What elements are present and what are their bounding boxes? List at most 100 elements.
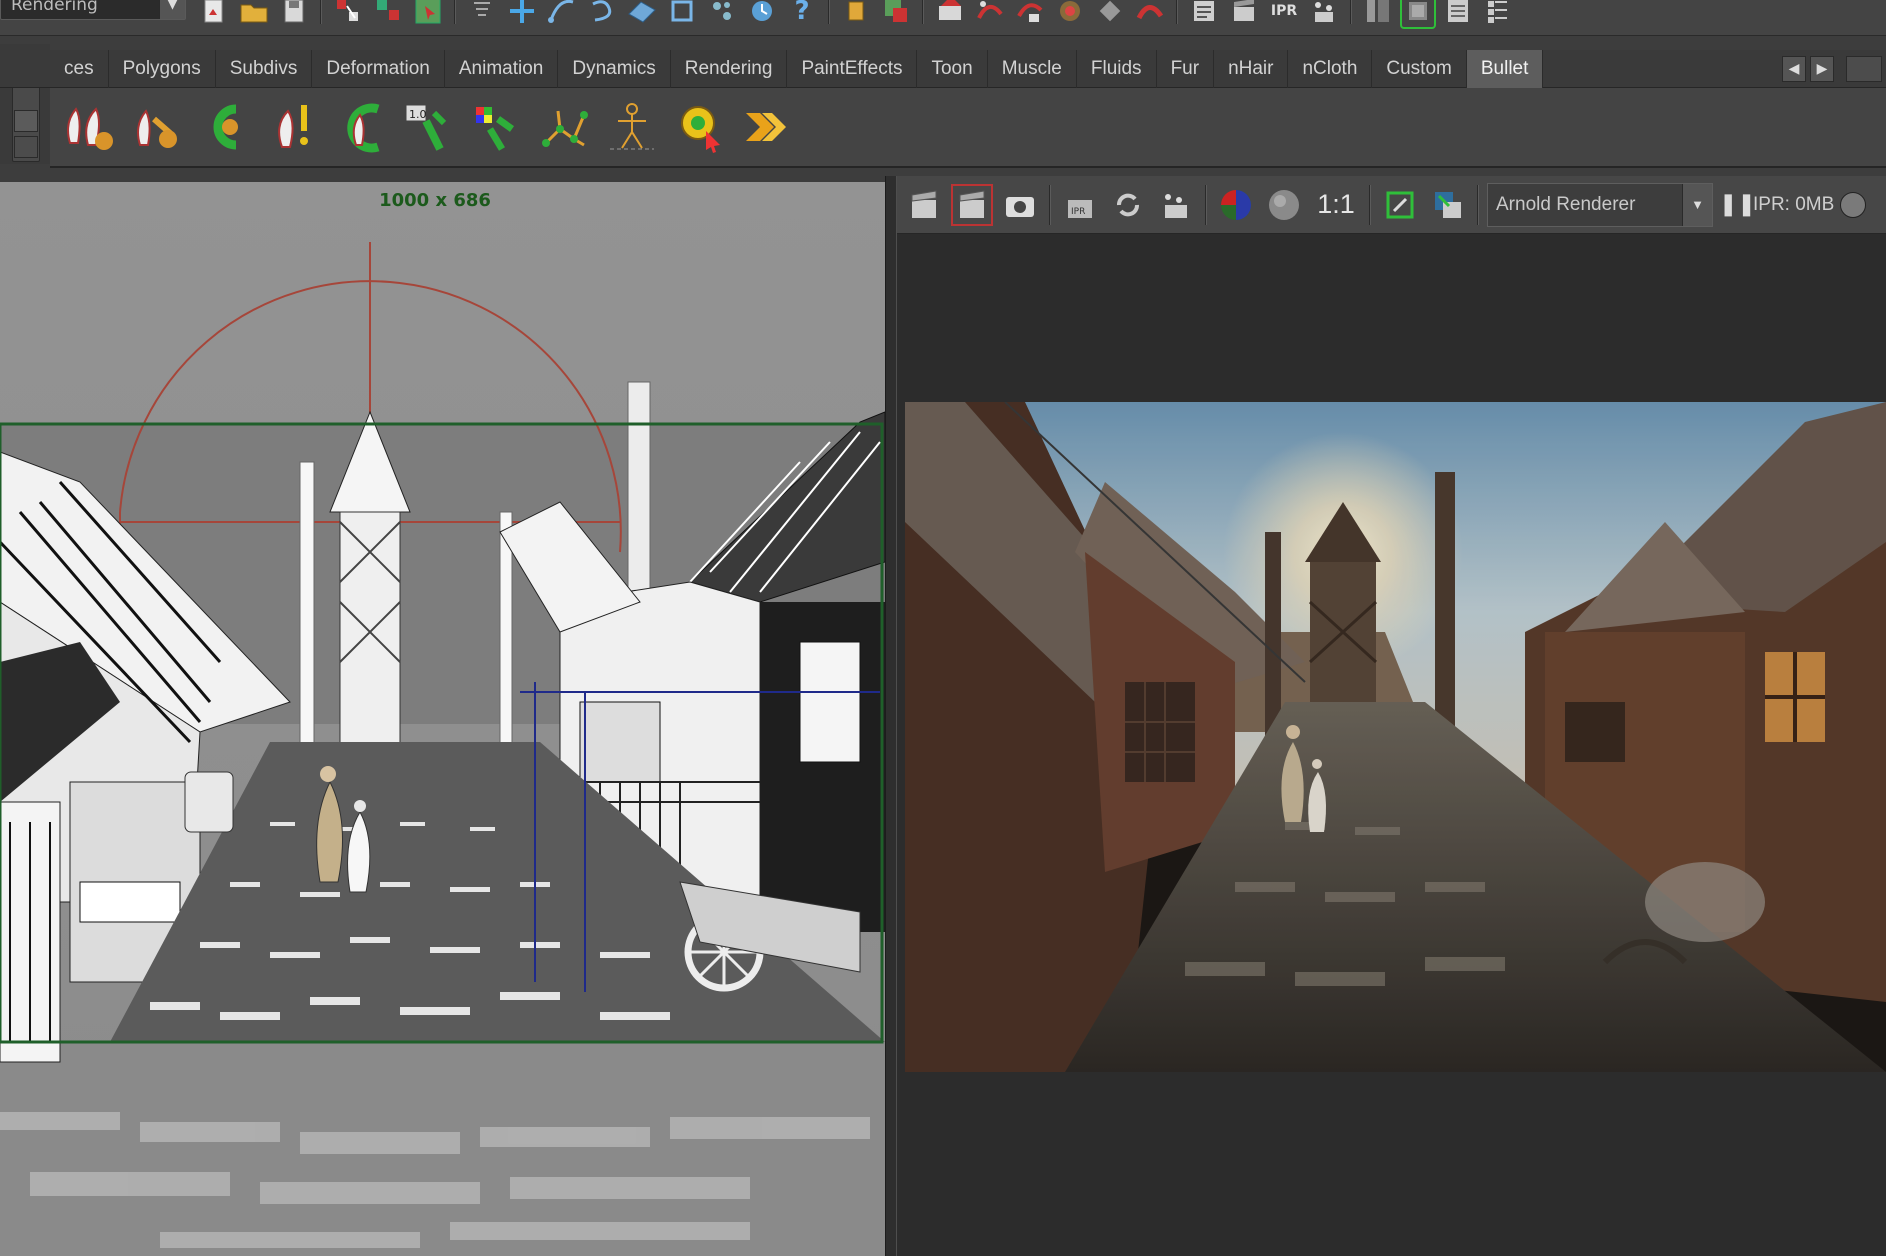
toolbar-divider [828, 0, 830, 24]
maya-main-window: Rendering ▼ ? IPR ces Polygons Subdivs D… [0, 0, 1886, 1256]
snap-point-icon[interactable] [584, 0, 620, 29]
sidebar-toggle-icon[interactable] [1480, 0, 1516, 29]
tab-dynamics[interactable]: Dynamics [558, 50, 671, 88]
toolbar-divider [1369, 184, 1371, 225]
rigid-body-icon[interactable] [60, 96, 116, 158]
select-component-icon[interactable] [410, 0, 446, 29]
input-ops-icon[interactable] [838, 0, 874, 29]
shelf-tab-menu-icon[interactable] [1846, 56, 1882, 82]
help-icon[interactable]: ? [784, 0, 820, 29]
make-live-icon[interactable] [704, 0, 740, 29]
tab-scroll-right-icon[interactable]: ▶ [1810, 56, 1834, 82]
alpha-channel-icon[interactable] [1263, 184, 1305, 226]
tab-ncloth[interactable]: nCloth [1288, 50, 1373, 88]
ipr-status-indicator [1840, 191, 1867, 218]
render-sequence-icon[interactable] [1306, 0, 1342, 29]
filter-icon[interactable] [464, 0, 500, 29]
shelf-options-icon[interactable] [14, 136, 38, 158]
tab-fluids[interactable]: Fluids [1077, 50, 1157, 88]
simulate-icon[interactable] [672, 96, 728, 158]
chevron-down-icon: ▼ [1682, 183, 1712, 226]
open-scene-icon[interactable] [236, 0, 272, 29]
render-current-icon[interactable] [972, 0, 1008, 29]
ipr-render-icon[interactable]: IPR [1059, 184, 1101, 226]
menu-set-value: Rendering [11, 0, 98, 15]
renderer-value: Arnold Renderer [1496, 193, 1636, 215]
render-view-icon[interactable] [1132, 0, 1168, 29]
tab-polygons[interactable]: Polygons [109, 50, 216, 88]
soft-body-icon[interactable] [196, 96, 252, 158]
select-hierarchy-icon[interactable] [330, 0, 366, 29]
shelf-menu-icon[interactable] [14, 110, 38, 132]
tab-animation[interactable]: Animation [445, 50, 559, 88]
tab-subdivs[interactable]: Subdivs [216, 50, 313, 88]
display-correction-icon[interactable] [1379, 184, 1421, 226]
snap-view-icon[interactable] [664, 0, 700, 29]
play-sim-icon[interactable] [740, 96, 796, 158]
save-scene-icon[interactable] [276, 0, 312, 29]
menu-set-dropdown[interactable]: Rendering ▼ [0, 0, 186, 20]
render-sequence-icon[interactable] [1155, 184, 1197, 226]
renderer-dropdown[interactable]: Arnold Renderer ▼ [1487, 182, 1713, 227]
toggle-channel-box-icon[interactable] [1400, 0, 1436, 29]
attribute-editor-icon[interactable] [1186, 0, 1222, 29]
redo-previous-render-icon[interactable] [903, 184, 945, 226]
ipr-icon[interactable]: IPR [1266, 0, 1302, 29]
clapboard-icon[interactable] [1226, 0, 1262, 29]
cloth-icon[interactable] [468, 96, 524, 158]
skeleton-icon[interactable] [604, 96, 660, 158]
persp-viewport[interactable]: 1000 x 686 [0, 182, 885, 1256]
toolbar-divider [1477, 184, 1479, 225]
tab-muscle[interactable]: Muscle [988, 50, 1077, 88]
status-line-tools: ? IPR [196, 0, 1516, 30]
ipr-render-icon[interactable] [1012, 0, 1048, 29]
snap-grid-icon[interactable] [504, 0, 540, 29]
render-view-panel: IPR 1:1 Arnold Renderer ▼ ❚❚ IPR: 0MB [897, 176, 1886, 1256]
render-settings-icon[interactable] [1052, 0, 1088, 29]
resolution-gate-label: 1000 x 686 [379, 190, 491, 211]
tab-painteffects[interactable]: PaintEffects [787, 50, 918, 88]
constraint-icon[interactable]: 1.0 [400, 96, 456, 158]
toggle-modeling-toolkit-icon[interactable] [1360, 0, 1396, 29]
toolbar-divider [1176, 0, 1178, 24]
select-object-icon[interactable] [370, 0, 406, 29]
tab-ces[interactable]: ces [50, 50, 109, 88]
rigid-set-icon[interactable] [128, 96, 184, 158]
render-region-icon[interactable] [951, 183, 993, 226]
shelf-tab-bar: ces Polygons Subdivs Deformation Animation Dy… [0, 50, 1886, 88]
tab-deformation[interactable]: Deformation [312, 50, 445, 88]
rendered-street-scene [905, 402, 1886, 1072]
tab-scroll-left-icon[interactable]: ◀ [1782, 56, 1806, 82]
toggle-attribute-editor-icon[interactable] [1440, 0, 1476, 29]
tab-custom[interactable]: Custom [1372, 50, 1467, 88]
fracture-icon[interactable] [536, 96, 592, 158]
snap-curve-icon[interactable] [544, 0, 580, 29]
snapshot-icon[interactable] [999, 184, 1041, 226]
tab-bullet[interactable]: Bullet [1466, 50, 1544, 88]
new-scene-icon[interactable] [196, 0, 232, 29]
rendered-image [905, 402, 1886, 1072]
toolbar-divider [320, 0, 322, 24]
keep-image-icon[interactable] [1427, 184, 1469, 226]
construction-history-icon[interactable] [932, 0, 968, 29]
tab-toon[interactable]: Toon [917, 50, 988, 88]
toolbar-divider [1350, 0, 1352, 24]
ragdoll-icon[interactable] [332, 96, 388, 158]
hypershade-icon[interactable] [1092, 0, 1128, 29]
snap-surface-icon[interactable] [624, 0, 660, 29]
tab-fur[interactable]: Fur [1157, 50, 1215, 88]
real-size-button[interactable]: 1:1 [1311, 189, 1361, 220]
shelf-tab-nav: ◀ ▶ [1782, 56, 1834, 82]
panel-splitter[interactable] [885, 176, 897, 1256]
toolbar-divider [454, 0, 456, 24]
status-line: Rendering ▼ ? IPR [0, 0, 1886, 36]
refresh-ipr-icon[interactable] [1107, 184, 1149, 226]
tab-rendering[interactable]: Rendering [671, 50, 788, 88]
pause-ipr-icon[interactable]: ❚❚ [1719, 192, 1756, 217]
tab-nhair[interactable]: nHair [1214, 50, 1289, 88]
history-icon[interactable] [744, 0, 780, 29]
rgb-channels-icon[interactable] [1215, 184, 1257, 226]
passive-body-icon[interactable] [264, 96, 320, 158]
output-ops-icon[interactable] [878, 0, 914, 29]
render-view-toolbar: IPR 1:1 Arnold Renderer ▼ ❚❚ IPR: 0MB [897, 176, 1886, 234]
